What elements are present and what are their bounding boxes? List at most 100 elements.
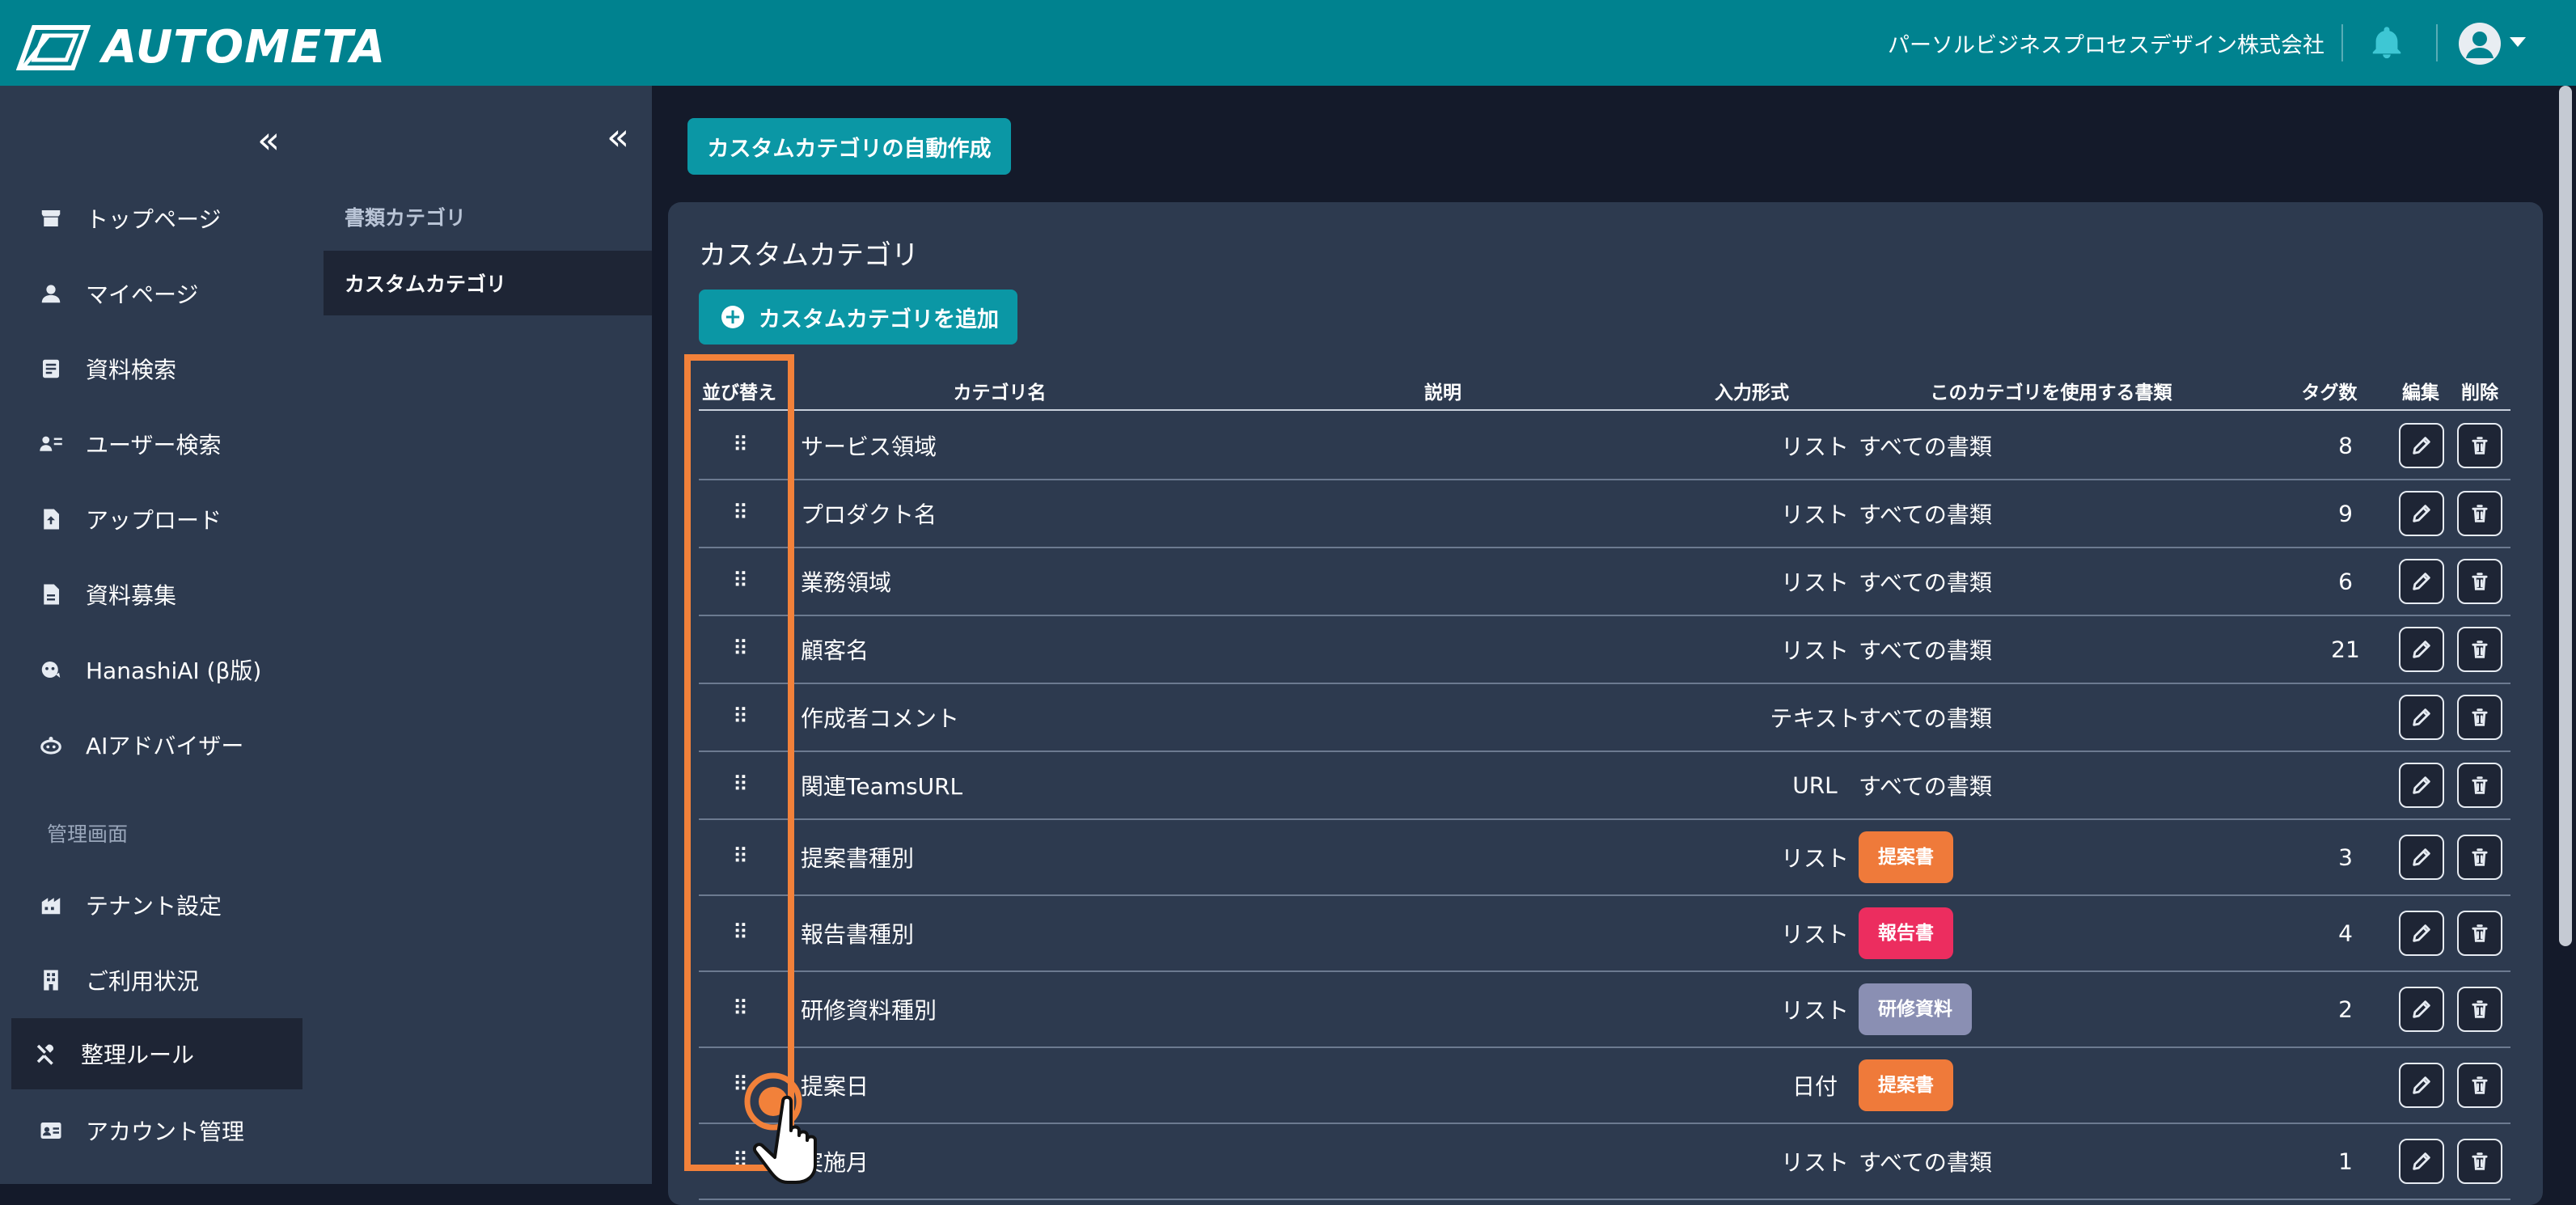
col-header-name: カテゴリ名 <box>953 383 1047 404</box>
subnav-collapse-icon[interactable]: « <box>607 118 629 155</box>
table-row: ⠿ 作成者コメント テキスト すべての書類 <box>699 684 2510 752</box>
col-header-edit: 編集 <box>2402 383 2439 404</box>
building-icon <box>41 898 61 915</box>
pencil-icon <box>2410 638 2433 661</box>
logo-mark-icon <box>16 24 91 70</box>
edit-button[interactable] <box>2399 627 2444 672</box>
pencil-icon <box>2410 922 2433 945</box>
auto-create-button[interactable]: カスタムカテゴリの自動作成 <box>687 118 1011 175</box>
file-upload-icon <box>44 509 59 530</box>
sidebar-item-usage[interactable]: ご利用状況 <box>11 945 302 1016</box>
sidebar-item-top-page[interactable]: トップページ <box>11 183 302 254</box>
tag-count-cell: 4 <box>2338 920 2353 947</box>
table-row: ⠿ 業務領域 リスト すべての書類 6 <box>699 548 2510 616</box>
scrollbar[interactable] <box>2559 86 2572 946</box>
sidebar-item-document-search[interactable]: 資料検索 <box>11 333 302 404</box>
delete-button[interactable] <box>2457 559 2502 604</box>
document-type-badge: 報告書 <box>1859 907 1953 959</box>
edit-button[interactable] <box>2399 835 2444 880</box>
add-category-button[interactable]: + カスタムカテゴリを追加 <box>699 290 1017 345</box>
table-row: ⠿ 提案書種別 リスト 提案書 3 <box>699 820 2510 896</box>
edit-button[interactable] <box>2399 987 2444 1032</box>
table-row: ⠿ 顧客名 リスト すべての書類 21 <box>699 616 2510 684</box>
edit-button[interactable] <box>2399 763 2444 808</box>
top-bar: AUTOMETA パーソルビジネスプロセスデザイン株式会社 <box>0 0 2576 86</box>
col-header-description: 説明 <box>1424 383 1461 404</box>
pencil-icon <box>2410 774 2433 797</box>
category-name-cell: 報告書種別 <box>801 921 915 948</box>
edit-button[interactable] <box>2399 695 2444 740</box>
edit-button[interactable] <box>2399 559 2444 604</box>
delete-button[interactable] <box>2457 1063 2502 1108</box>
file-icon <box>44 584 59 605</box>
delete-button[interactable] <box>2457 491 2502 536</box>
col-header-delete: 削除 <box>2461 383 2498 404</box>
trash-icon <box>2468 846 2491 869</box>
subnav-item-document-category[interactable]: 書類カテゴリ <box>324 184 652 249</box>
tag-count-cell: 21 <box>2331 636 2360 663</box>
docs-cell: すべての書類 <box>1859 433 1992 460</box>
sidebar-section-admin: 管理画面 <box>47 822 129 846</box>
card-title: カスタムカテゴリ <box>699 239 919 272</box>
sidebar-item-my-page[interactable]: マイページ <box>11 258 302 329</box>
category-name-cell: 業務領域 <box>801 569 892 596</box>
pencil-icon <box>2410 1150 2433 1173</box>
app-logo[interactable]: AUTOMETA <box>16 21 386 74</box>
trash-icon <box>2468 1150 2491 1173</box>
table-header-divider <box>699 409 2510 411</box>
company-name: パーソルビジネスプロセスデザイン株式会社 <box>1888 33 2324 58</box>
logo-text: AUTOMETA <box>102 21 387 74</box>
user-list-icon <box>40 436 62 451</box>
delete-button[interactable] <box>2457 911 2502 956</box>
chat-bot-icon <box>41 662 61 678</box>
edit-button[interactable] <box>2399 911 2444 956</box>
category-name-cell: プロダクト名 <box>801 501 937 528</box>
trash-icon <box>2468 434 2491 457</box>
chevron-down-icon[interactable] <box>2510 37 2526 47</box>
sidebar-item-user-search[interactable]: ユーザー検索 <box>11 408 302 480</box>
sidebar-item-hanashi-ai[interactable]: HanashiAI (β版) <box>11 634 302 705</box>
document-search-icon <box>43 359 59 378</box>
sidebar-item-ai-advisor[interactable]: AIアドバイザー <box>11 709 302 780</box>
category-name-cell: 作成者コメント <box>801 705 960 732</box>
delete-button[interactable] <box>2457 835 2502 880</box>
user-icon <box>2466 32 2494 58</box>
col-header-input-type: 入力形式 <box>1715 383 1789 404</box>
delete-button[interactable] <box>2457 1139 2502 1184</box>
document-type-badge: 提案書 <box>1859 1059 1953 1111</box>
table-row: ⠿ サービス領域 リスト すべての書類 8 <box>699 412 2510 480</box>
id-card-icon <box>40 1123 61 1139</box>
edit-button[interactable] <box>2399 491 2444 536</box>
edit-button[interactable] <box>2399 1063 2444 1108</box>
avatar[interactable] <box>2459 23 2501 65</box>
sidebar-item-organize-rules[interactable]: 整理ルール <box>11 1018 302 1089</box>
add-category-label: カスタムカテゴリを追加 <box>759 307 999 332</box>
edit-button[interactable] <box>2399 423 2444 468</box>
trash-icon <box>2468 922 2491 945</box>
sidebar-item-document-request[interactable]: 資料募集 <box>11 559 302 630</box>
delete-button[interactable] <box>2457 695 2502 740</box>
trash-icon <box>2468 998 2491 1021</box>
store-icon <box>41 210 61 226</box>
bell-icon[interactable] <box>2368 24 2405 61</box>
delete-button[interactable] <box>2457 987 2502 1032</box>
delete-button[interactable] <box>2457 763 2502 808</box>
sidebar-item-tenant-settings[interactable]: テナント設定 <box>11 869 302 941</box>
sort-column-highlight <box>684 354 794 1171</box>
docs-cell: すべての書類 <box>1859 637 1992 664</box>
pencil-icon <box>2410 570 2433 593</box>
docs-cell: すべての書類 <box>1859 1149 1992 1176</box>
pencil-icon <box>2410 434 2433 457</box>
pencil-icon <box>2410 998 2433 1021</box>
table-row: ⠿ 関連TeamsURL URL すべての書類 <box>699 752 2510 820</box>
sidebar-item-upload[interactable]: アップロード <box>11 484 302 555</box>
sidebar-collapse-icon[interactable]: « <box>257 121 280 159</box>
docs-cell: すべての書類 <box>1859 569 1992 596</box>
trash-icon <box>2468 1074 2491 1097</box>
docs-cell: すべての書類 <box>1859 773 1992 800</box>
sidebar-item-account-management[interactable]: アカウント管理 <box>11 1095 302 1166</box>
delete-button[interactable] <box>2457 423 2502 468</box>
subnav-item-custom-category[interactable]: カスタムカテゴリ <box>324 251 652 315</box>
edit-button[interactable] <box>2399 1139 2444 1184</box>
delete-button[interactable] <box>2457 627 2502 672</box>
